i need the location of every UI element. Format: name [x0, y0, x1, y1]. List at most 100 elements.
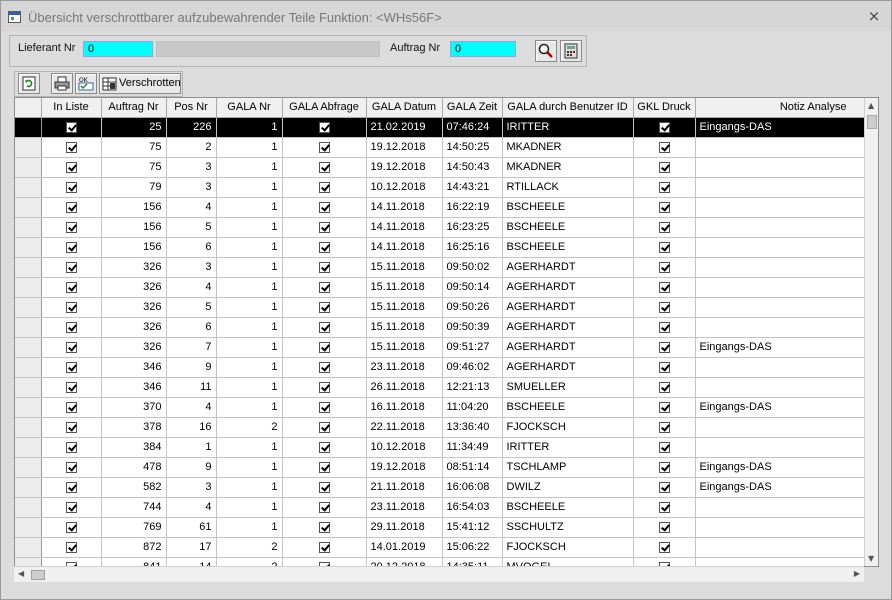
auftrag-nr-cell[interactable]: 872 — [101, 537, 167, 558]
benutzer-id-cell[interactable]: AGERHARDT — [502, 337, 634, 358]
gkl-druck-checkbox[interactable] — [658, 121, 670, 133]
gala-zeit-cell[interactable]: 15:06:22 — [442, 537, 503, 558]
gkl-druck-checkbox[interactable] — [658, 461, 670, 473]
table-row[interactable]: 872 17 2 14.01.2019 15:06:22 FJOCKSCH — [15, 537, 866, 558]
column-header[interactable]: In Liste — [41, 98, 102, 118]
gala-datum-cell[interactable]: 23.11.2018 — [366, 497, 443, 518]
table-row[interactable]: 156 6 1 14.11.2018 16:25:16 BSCHEELE — [15, 237, 866, 258]
benutzer-id-cell[interactable]: MKADNER — [502, 157, 634, 178]
gala-zeit-cell[interactable]: 14:43:21 — [442, 177, 503, 198]
column-header[interactable]: GALA Datum — [366, 98, 443, 118]
column-header[interactable]: GALA Nr — [216, 98, 283, 118]
benutzer-id-cell[interactable]: RTILLACK — [502, 177, 634, 198]
row-selector[interactable] — [15, 517, 42, 538]
in-liste-checkbox[interactable] — [65, 501, 77, 513]
auftrag-nr-cell[interactable]: 384 — [101, 437, 167, 458]
notiz-analyse-cell[interactable] — [695, 157, 866, 178]
notiz-analyse-cell[interactable]: Eingangs-DAS — [695, 397, 866, 418]
pos-nr-cell[interactable]: 9 — [166, 357, 217, 378]
gala-abfrage-checkbox[interactable] — [318, 501, 330, 513]
gala-zeit-cell[interactable]: 09:50:39 — [442, 317, 503, 338]
auftrag-nr-cell[interactable]: 346 — [101, 377, 167, 398]
gala-datum-cell[interactable]: 19.12.2018 — [366, 157, 443, 178]
column-header[interactable]: GKL Druck — [633, 98, 696, 118]
gala-zeit-cell[interactable]: 16:22:19 — [442, 197, 503, 218]
table-row[interactable]: 744 4 1 23.11.2018 16:54:03 BSCHEELE — [15, 497, 866, 518]
notiz-analyse-cell[interactable] — [695, 257, 866, 278]
notiz-analyse-cell[interactable] — [695, 177, 866, 198]
gala-datum-cell[interactable]: 19.12.2018 — [366, 137, 443, 158]
gala-datum-cell[interactable]: 26.11.2018 — [366, 377, 443, 398]
gkl-druck-checkbox[interactable] — [658, 281, 670, 293]
pos-nr-cell[interactable]: 7 — [166, 337, 217, 358]
gala-abfrage-checkbox[interactable] — [318, 361, 330, 373]
pos-nr-cell[interactable]: 16 — [166, 417, 217, 438]
gkl-druck-checkbox[interactable] — [658, 501, 670, 513]
gala-zeit-cell[interactable]: 08:51:14 — [442, 457, 503, 478]
gkl-druck-checkbox[interactable] — [658, 541, 670, 553]
gala-abfrage-checkbox[interactable] — [318, 521, 330, 533]
gala-zeit-cell[interactable]: 09:51:27 — [442, 337, 503, 358]
gala-datum-cell[interactable]: 10.12.2018 — [366, 177, 443, 198]
gala-abfrage-checkbox[interactable] — [318, 241, 330, 253]
table-row[interactable]: 378 16 2 22.11.2018 13:36:40 FJOCKSCH — [15, 417, 866, 438]
in-liste-checkbox[interactable] — [65, 181, 77, 193]
gala-zeit-cell[interactable]: 16:06:08 — [442, 477, 503, 498]
notiz-analyse-cell[interactable] — [695, 277, 866, 298]
auftrag-nr-cell[interactable]: 478 — [101, 457, 167, 478]
row-selector[interactable] — [15, 317, 42, 338]
column-header[interactable]: GALA Abfrage — [282, 98, 367, 118]
table-row[interactable]: 25 226 1 21.02.2019 07:46:24 IRITTER Eingangs-… — [15, 117, 866, 138]
in-liste-checkbox[interactable] — [65, 201, 77, 213]
notiz-analyse-cell[interactable] — [695, 377, 866, 398]
gala-abfrage-checkbox[interactable] — [318, 281, 330, 293]
row-selector[interactable] — [15, 217, 42, 238]
scroll-right-icon[interactable]: ▶ — [854, 569, 860, 578]
in-liste-checkbox[interactable] — [65, 381, 77, 393]
row-selector[interactable] — [15, 117, 42, 138]
auftrag-nr-cell[interactable]: 346 — [101, 357, 167, 378]
gala-abfrage-checkbox[interactable] — [318, 121, 330, 133]
notiz-analyse-cell[interactable]: Eingangs-DAS — [695, 457, 866, 478]
gala-datum-cell[interactable]: 15.11.2018 — [366, 277, 443, 298]
gala-nr-cell[interactable]: 2 — [216, 417, 283, 438]
benutzer-id-cell[interactable]: FJOCKSCH — [502, 537, 634, 558]
auftrag-nr-cell[interactable]: 156 — [101, 217, 167, 238]
gkl-druck-checkbox[interactable] — [658, 261, 670, 273]
benutzer-id-cell[interactable]: AGERHARDT — [502, 277, 634, 298]
in-liste-checkbox[interactable] — [65, 141, 77, 153]
gala-zeit-cell[interactable]: 14:50:25 — [442, 137, 503, 158]
gala-abfrage-checkbox[interactable] — [318, 401, 330, 413]
table-row[interactable]: 326 4 1 15.11.2018 09:50:14 AGERHARDT — [15, 277, 866, 298]
gkl-druck-checkbox[interactable] — [658, 201, 670, 213]
gala-nr-cell[interactable]: 1 — [216, 357, 283, 378]
column-header[interactable]: Notiz Analyse — [695, 98, 866, 118]
gala-nr-cell[interactable]: 1 — [216, 397, 283, 418]
in-liste-checkbox[interactable] — [65, 401, 77, 413]
gala-datum-cell[interactable]: 29.11.2018 — [366, 517, 443, 538]
in-liste-checkbox[interactable] — [65, 161, 77, 173]
gala-abfrage-checkbox[interactable] — [318, 381, 330, 393]
table-row[interactable]: 326 6 1 15.11.2018 09:50:39 AGERHARDT — [15, 317, 866, 338]
close-button[interactable]: × — [865, 7, 883, 25]
benutzer-id-cell[interactable]: FJOCKSCH — [502, 417, 634, 438]
benutzer-id-cell[interactable]: DWILZ — [502, 477, 634, 498]
table-row[interactable]: 769 61 1 29.11.2018 15:41:12 SSCHULTZ — [15, 517, 866, 538]
table-row[interactable]: 156 4 1 14.11.2018 16:22:19 BSCHEELE — [15, 197, 866, 218]
table-row[interactable]: 79 3 1 10.12.2018 14:43:21 RTILLACK — [15, 177, 866, 198]
gala-nr-cell[interactable]: 1 — [216, 117, 283, 138]
gala-nr-cell[interactable]: 1 — [216, 297, 283, 318]
pos-nr-cell[interactable]: 6 — [166, 237, 217, 258]
gala-zeit-cell[interactable]: 16:25:16 — [442, 237, 503, 258]
in-liste-checkbox[interactable] — [65, 481, 77, 493]
gala-zeit-cell[interactable]: 11:04:20 — [442, 397, 503, 418]
gala-datum-cell[interactable]: 14.01.2019 — [366, 537, 443, 558]
row-selector[interactable] — [15, 177, 42, 198]
in-liste-checkbox[interactable] — [65, 441, 77, 453]
pos-nr-cell[interactable]: 17 — [166, 537, 217, 558]
gala-abfrage-checkbox[interactable] — [318, 181, 330, 193]
row-selector[interactable] — [15, 337, 42, 358]
table-row[interactable]: 582 3 1 21.11.2018 16:06:08 DWILZ Eingangs-DAS — [15, 477, 866, 498]
in-liste-checkbox[interactable] — [65, 321, 77, 333]
verschrotten-button[interactable]: Verschrotten — [99, 73, 181, 94]
